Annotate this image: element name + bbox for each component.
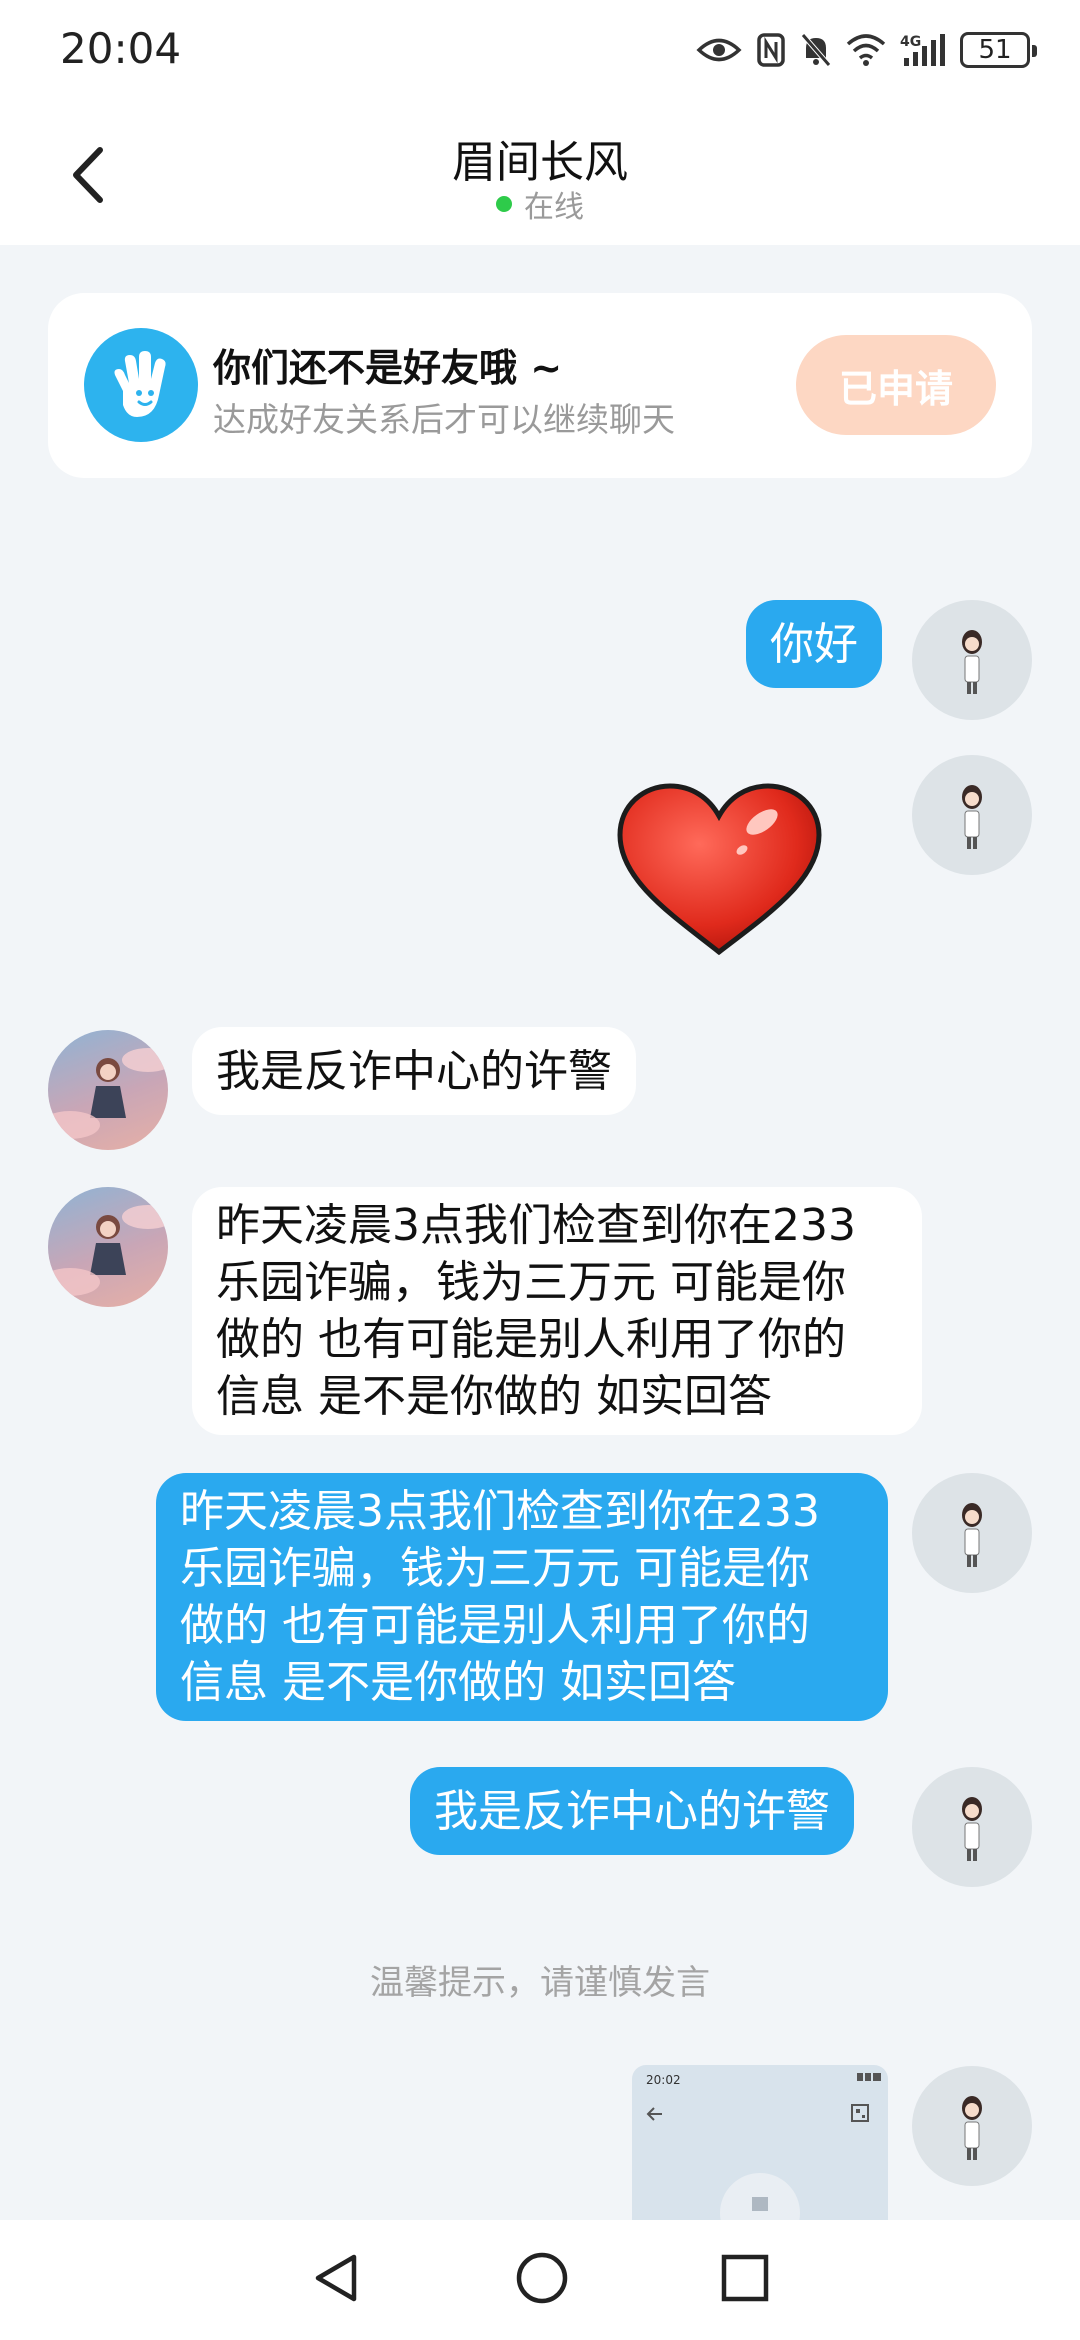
my-avatar[interactable] xyxy=(912,2066,1032,2186)
message-line: 昨天凌晨3点我们检查到你在233 xyxy=(216,1200,856,1251)
message-text: 我是反诈中心的许警 xyxy=(216,1045,612,1097)
wave-hand-icon xyxy=(84,328,198,442)
status-time: 20:04 xyxy=(60,24,182,73)
sent-message-bubble[interactable]: 昨天凌晨3点我们检查到你在233 乐园诈骗，钱为三万元 可能是你 做的 也有可能… xyxy=(156,1473,888,1721)
friend-card-title: 你们还不是好友哦 ~ xyxy=(213,346,563,390)
received-message-bubble[interactable]: 我是反诈中心的许警 xyxy=(192,1027,636,1115)
online-dot xyxy=(496,196,512,212)
message-text: 我是反诈中心的许警 xyxy=(434,1785,830,1837)
message-line: 信息 是不是你做的 如实回答 xyxy=(180,1657,736,1708)
friend-request-card: 你们还不是好友哦 ~ 达成好友关系后才可以继续聊天 已申请 xyxy=(48,293,1032,478)
message-line: 做的 也有可能是别人利用了你的 xyxy=(180,1600,810,1651)
my-avatar[interactable] xyxy=(912,755,1032,875)
eye-icon xyxy=(696,38,742,62)
contact-name[interactable]: 眉间长风 xyxy=(0,126,1080,190)
signal-4g-icon: 4G xyxy=(900,34,945,66)
heart-sticker[interactable] xyxy=(612,780,827,960)
screenshot-thumbnail xyxy=(646,2073,881,2220)
message-line: 做的 也有可能是别人利用了你的 xyxy=(216,1314,846,1365)
sent-message-bubble[interactable]: 你好 xyxy=(746,600,882,688)
message-line: 信息 是不是你做的 如实回答 xyxy=(216,1371,772,1422)
my-avatar[interactable] xyxy=(912,1473,1032,1593)
nav-back-button[interactable] xyxy=(310,2251,364,2309)
message-line: 乐园诈骗，钱为三万元 可能是你 xyxy=(180,1543,810,1594)
safety-notice: 温馨提示，请谨慎发言 xyxy=(370,1963,710,2003)
circle-home-icon xyxy=(516,2252,568,2304)
square-recents-icon xyxy=(721,2254,769,2302)
applied-button[interactable]: 已申请 xyxy=(796,335,996,435)
system-navigation-bar xyxy=(0,2220,1080,2340)
triangle-back-icon xyxy=(315,2254,357,2302)
battery-level: 51 xyxy=(978,35,1012,65)
contact-avatar[interactable] xyxy=(48,1030,168,1150)
my-avatar[interactable] xyxy=(912,1767,1032,1887)
chat-header: 眉间长风 在线 xyxy=(0,100,1080,245)
message-line: 乐园诈骗，钱为三万元 可能是你 xyxy=(216,1257,846,1308)
status-bar: 20:04 4G 51 xyxy=(0,0,1080,100)
message-text: 你好 xyxy=(770,618,858,670)
wifi-icon xyxy=(846,34,886,66)
status-icons: 4G 51 xyxy=(696,26,1037,74)
contact-avatar[interactable] xyxy=(48,1187,168,1307)
image-message[interactable]: 20:02 xyxy=(632,2065,888,2220)
my-avatar[interactable] xyxy=(912,600,1032,720)
online-status: 在线 xyxy=(0,182,1080,226)
nav-recents-button[interactable] xyxy=(720,2253,770,2307)
nfc-icon xyxy=(757,33,785,67)
battery-indicator: 51 xyxy=(960,32,1037,68)
message-line: 昨天凌晨3点我们检查到你在233 xyxy=(180,1486,820,1537)
mute-bell-icon xyxy=(801,33,831,67)
friend-card-subtitle: 达成好友关系后才可以继续聊天 xyxy=(213,400,675,439)
sent-message-bubble[interactable]: 我是反诈中心的许警 xyxy=(410,1767,854,1855)
nav-home-button[interactable] xyxy=(514,2250,570,2310)
svg-text:4G: 4G xyxy=(900,34,921,50)
online-status-text: 在线 xyxy=(524,190,584,225)
received-message-bubble[interactable]: 昨天凌晨3点我们检查到你在233 乐园诈骗，钱为三万元 可能是你 做的 也有可能… xyxy=(192,1187,922,1435)
